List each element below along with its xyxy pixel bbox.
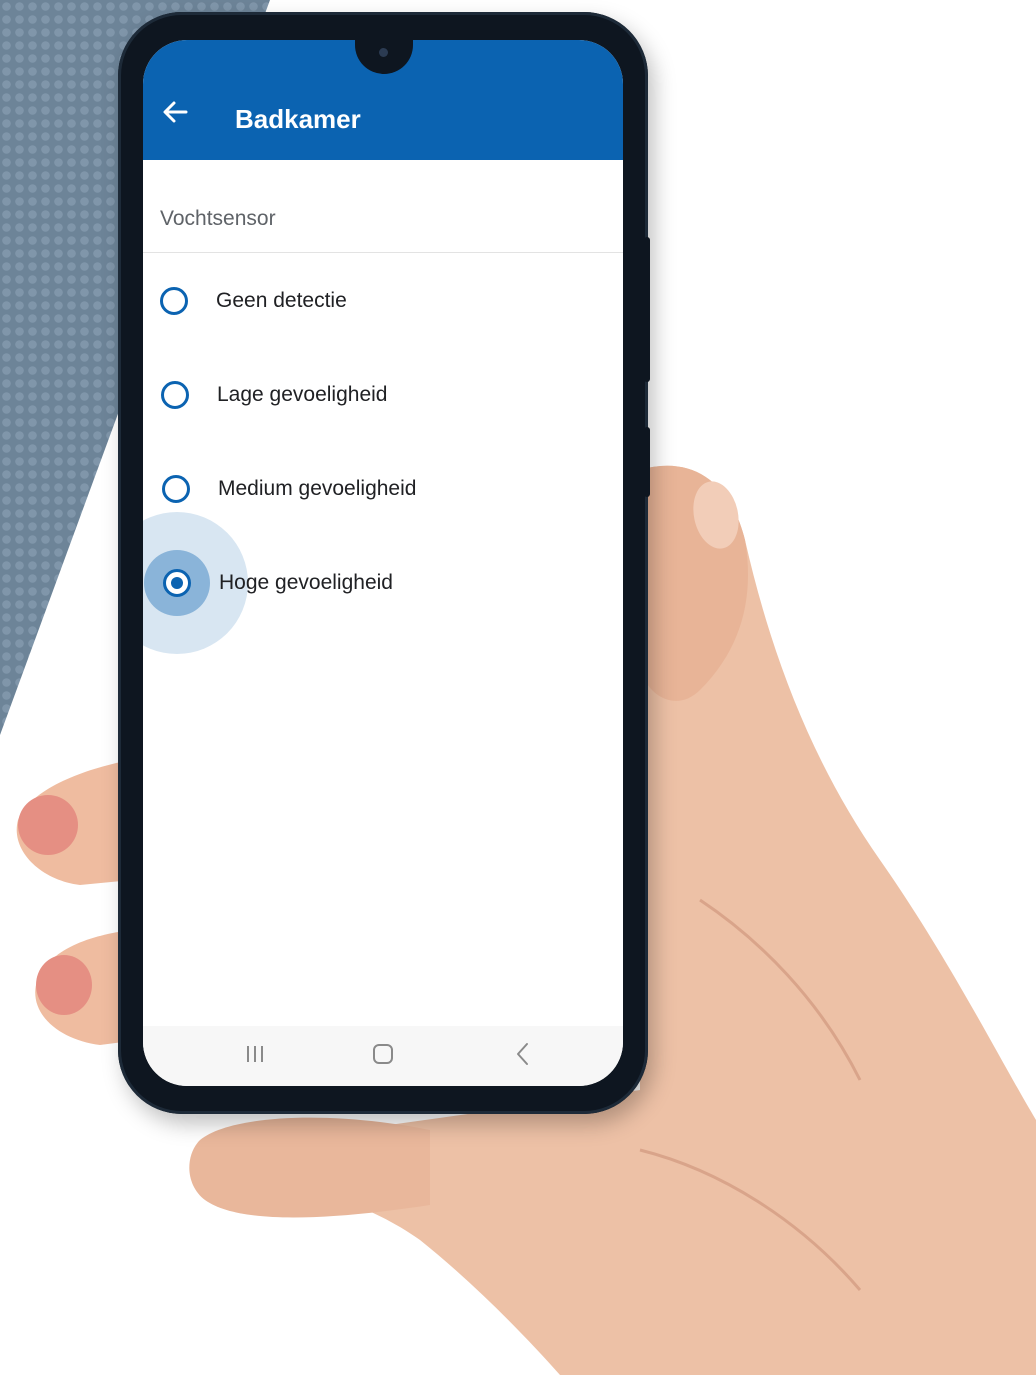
option-label: Medium gevoeligheid xyxy=(218,477,417,500)
radio-button[interactable] xyxy=(160,287,188,315)
arrow-left-icon[interactable] xyxy=(161,98,189,126)
section-divider xyxy=(143,252,623,253)
home-icon[interactable] xyxy=(367,1038,399,1070)
front-camera xyxy=(379,48,388,57)
phone-screen: Badkamer Vochtsensor Geen detectie Lage … xyxy=(143,40,623,1086)
nav-back-icon[interactable] xyxy=(507,1038,539,1070)
option-hoge-gevoeligheid[interactable]: Hoge gevoeligheid xyxy=(143,512,623,654)
recents-icon[interactable] xyxy=(239,1038,271,1070)
radio-button[interactable] xyxy=(162,475,190,503)
option-geen-detectie[interactable]: Geen detectie xyxy=(143,261,623,341)
radio-button[interactable] xyxy=(161,381,189,409)
option-label: Geen detectie xyxy=(216,289,347,312)
option-label: Lage gevoeligheid xyxy=(217,383,388,406)
phone-device: Badkamer Vochtsensor Geen detectie Lage … xyxy=(118,12,650,1114)
option-label: Hoge gevoeligheid xyxy=(219,571,393,594)
radio-button-selected[interactable] xyxy=(163,569,191,597)
page-title: Badkamer xyxy=(235,104,361,134)
section-label: Vochtsensor xyxy=(160,207,276,230)
system-navigation-bar xyxy=(143,1026,623,1086)
option-lage-gevoeligheid[interactable]: Lage gevoeligheid xyxy=(144,355,623,435)
option-medium-gevoeligheid[interactable]: Medium gevoeligheid xyxy=(145,449,623,529)
power-button xyxy=(644,427,650,497)
volume-button xyxy=(644,237,650,382)
radio-dot xyxy=(171,577,183,589)
